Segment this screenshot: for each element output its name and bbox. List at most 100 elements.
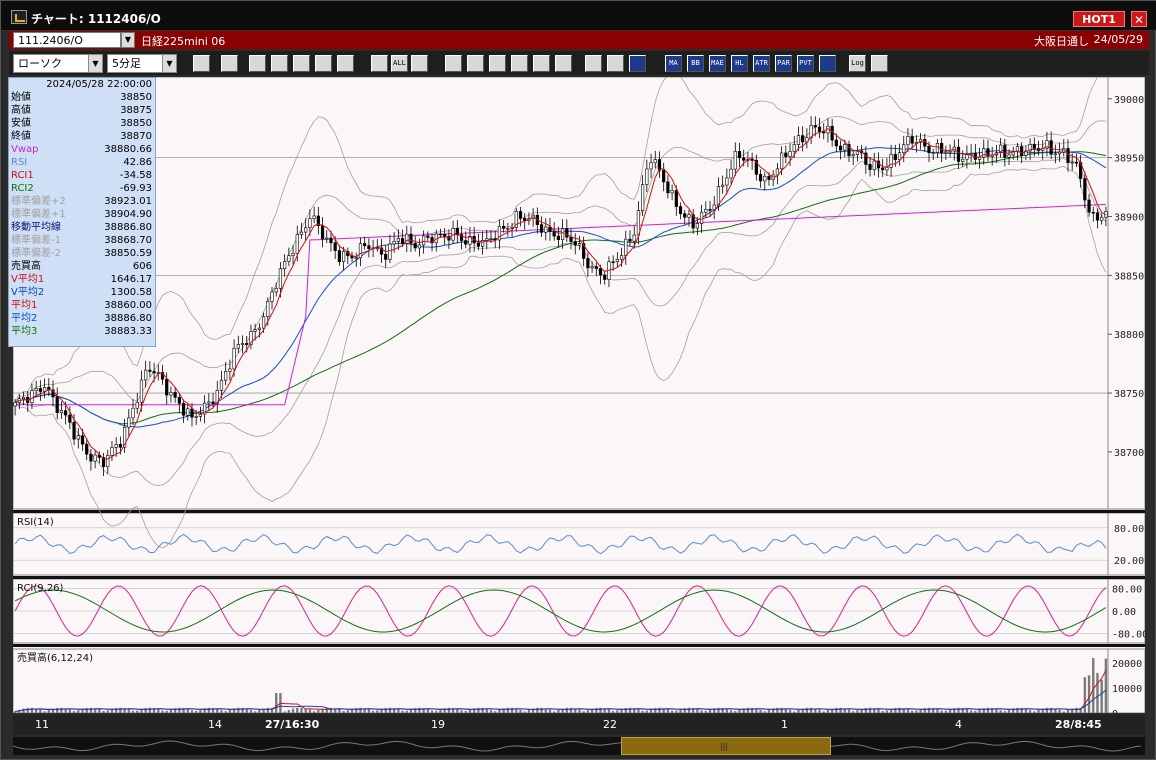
candle-body [144, 369, 148, 381]
pen-icon[interactable] [411, 55, 428, 72]
candle-body [649, 162, 653, 170]
atr-icon[interactable]: ATR [753, 55, 770, 72]
volume-bar [325, 707, 328, 713]
candle-body [577, 243, 582, 246]
candle-body [59, 410, 64, 414]
arrow-icon[interactable] [489, 55, 506, 72]
candle-body [780, 152, 784, 170]
sub4-icon[interactable] [315, 55, 332, 72]
x-tick-label: 27/16:30 [265, 718, 320, 731]
volume-bar [148, 707, 152, 713]
volume-bar [342, 711, 345, 713]
sub1-icon[interactable] [249, 55, 266, 72]
x-tick-label: 4 [955, 718, 962, 731]
candle-body [1074, 161, 1079, 164]
rsi-tick-label: 80.00 [1114, 524, 1144, 535]
volume-bar [1104, 658, 1108, 713]
candle-body [219, 379, 224, 391]
volume-bar [388, 707, 392, 713]
note-icon[interactable] [511, 55, 528, 72]
volume-bar [767, 709, 771, 713]
sub3-icon[interactable] [293, 55, 310, 72]
volume-bar [704, 710, 707, 713]
title-bar[interactable]: チャート: 1112406/O HOT1 ✕ [1, 1, 1156, 31]
chart-type-select[interactable]: ローソク ▼ [13, 54, 103, 73]
exit-icon[interactable] [871, 55, 888, 72]
info-value: 38850.59 [104, 248, 152, 259]
ma-icon[interactable]: MA [665, 55, 682, 72]
par-icon[interactable]: PAR [775, 55, 792, 72]
info-row: Vwap 38880.66 [9, 143, 155, 156]
mae-icon[interactable]: MAE [709, 55, 726, 72]
volume-bar [822, 711, 825, 713]
info-row: 平均1 38860.00 [9, 299, 155, 312]
candle-body [977, 156, 982, 160]
bb-icon[interactable]: BB [687, 55, 704, 72]
candle-body [392, 241, 396, 245]
candle-body [110, 447, 114, 456]
candle-body [502, 225, 506, 229]
chart-canvas[interactable]: 39000 38950 38900 38850 38800 38750 38700 80.00… [13, 77, 1145, 713]
volume-bar [136, 710, 139, 713]
volume-bar [178, 707, 181, 713]
candle-body [881, 167, 885, 171]
candle2-icon[interactable] [371, 55, 388, 72]
grid-icon[interactable] [555, 55, 572, 72]
candle-body [363, 243, 367, 246]
candle-body [34, 388, 38, 391]
bars-icon[interactable] [221, 55, 238, 72]
pvt-icon[interactable]: PVT [797, 55, 814, 72]
log-icon[interactable]: Log [849, 55, 866, 72]
symbol-input[interactable]: 111.2406/O [13, 32, 121, 48]
candle-body [830, 125, 834, 141]
color-icon[interactable] [607, 55, 624, 72]
tool-icon[interactable] [585, 55, 602, 72]
candle-body [485, 238, 489, 241]
candle-body [400, 238, 405, 244]
hl-icon[interactable]: HL [731, 55, 748, 72]
volume-bar [957, 707, 960, 713]
info-row: 終値 38870 [9, 130, 155, 143]
candle-body [645, 168, 649, 185]
candle-body [1066, 148, 1070, 163]
all-icon[interactable]: ALL [391, 55, 408, 72]
info-label: 移動平均線 [11, 222, 61, 233]
chevron-down-icon[interactable]: ▼ [121, 32, 135, 48]
ichimoku-icon[interactable] [629, 55, 646, 72]
candle1-icon[interactable] [337, 55, 354, 72]
candle-body [181, 403, 186, 416]
cursor-icon[interactable] [467, 55, 484, 72]
panel-axis-main [1107, 77, 1145, 510]
trash-icon[interactable] [533, 55, 550, 72]
sub2-icon[interactable] [271, 55, 288, 72]
hot-badge[interactable]: HOT1 [1073, 11, 1125, 27]
candle-body [506, 227, 510, 230]
session-date: 24/05/29 [1093, 33, 1143, 46]
volume-bar [355, 707, 358, 713]
volume-bar [936, 709, 939, 713]
volume-bar [346, 710, 350, 713]
info-label: RCI2 [11, 183, 34, 194]
candle-body [940, 143, 944, 153]
info-label: V平均2 [11, 287, 45, 298]
navigator-line [13, 740, 1142, 752]
interval-select[interactable]: 5分足 ▼ [107, 54, 177, 73]
info-label: RSI [11, 157, 28, 168]
candle-body [489, 238, 493, 240]
info-label: V平均1 [11, 274, 45, 285]
chart-area[interactable]: 39000 38950 38900 38850 38800 38750 38700 80.00… [13, 77, 1145, 713]
candle-body [565, 228, 569, 238]
navigator-thumb[interactable]: ||| [621, 737, 831, 755]
volume-bar [986, 707, 990, 713]
line-icon[interactable] [445, 55, 462, 72]
volume-bar [207, 707, 211, 713]
volume-bar [439, 709, 442, 713]
volume-bar [190, 710, 194, 713]
volume-bar [725, 708, 729, 713]
info-row: 平均2 38886.80 [9, 312, 155, 325]
box-icon[interactable] [819, 55, 836, 72]
navigator-strip[interactable]: ||| [13, 737, 1145, 755]
zoom-icon[interactable] [193, 55, 210, 72]
volume-bar [927, 707, 931, 713]
close-icon[interactable]: ✕ [1131, 11, 1147, 27]
